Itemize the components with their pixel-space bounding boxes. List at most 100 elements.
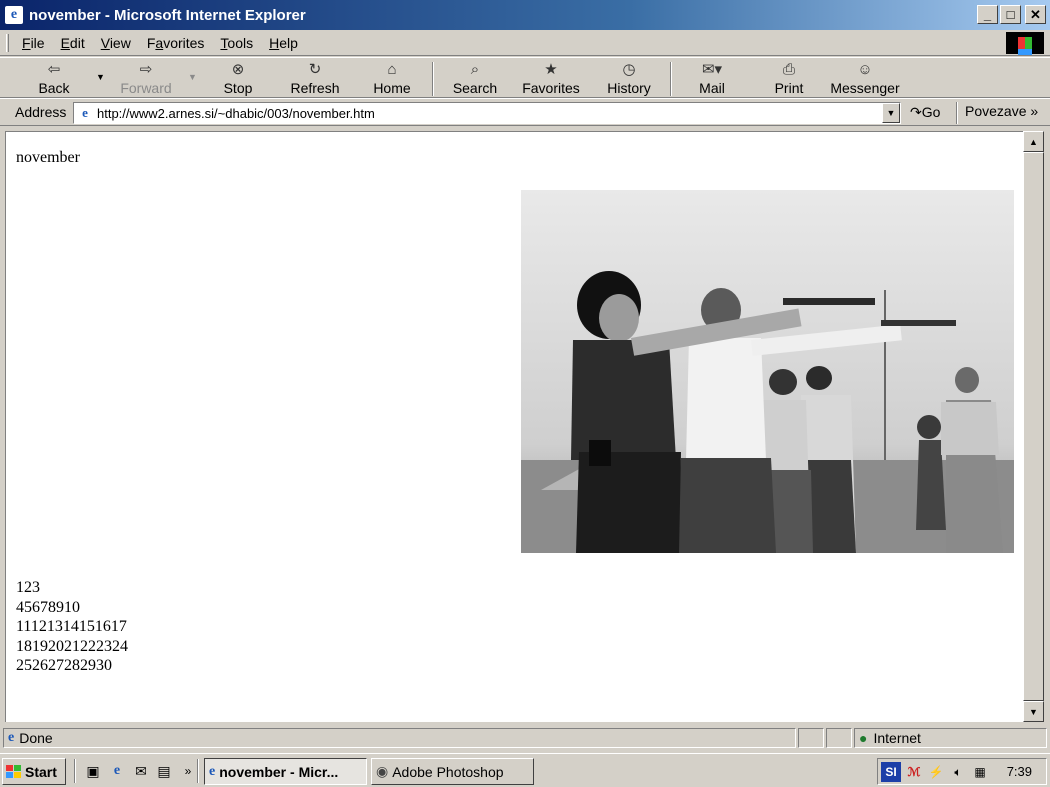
system-tray: SI ℳ ⚡ 🔈︎ ▦ 7:39 bbox=[877, 758, 1047, 785]
menu-favorites-rest: vorites bbox=[163, 34, 205, 51]
forward-dropdown-icon[interactable]: ▼ bbox=[188, 72, 197, 82]
links-separator bbox=[956, 102, 958, 124]
toolbar-separator bbox=[432, 62, 434, 96]
address-dropdown-icon[interactable]: ▼ bbox=[882, 103, 900, 123]
quick-launch-separator bbox=[197, 759, 199, 783]
page-icon: e bbox=[82, 105, 88, 120]
task-label: november - Micr... bbox=[219, 763, 339, 780]
status-text-pane: e Done bbox=[3, 728, 796, 748]
stop-label: Stop bbox=[223, 80, 253, 96]
back-label: Back bbox=[38, 80, 70, 96]
go-button[interactable]: ↷Go bbox=[910, 104, 940, 121]
links-button[interactable]: Povezave » bbox=[965, 103, 1038, 119]
mail-button[interactable]: ✉▾ Mail bbox=[692, 60, 732, 98]
menu-edit-accel: E bbox=[60, 34, 70, 51]
forward-button[interactable]: ⇨ Forward bbox=[118, 60, 174, 98]
menu-file-rest: ile bbox=[30, 34, 45, 51]
home-icon: ⌂ bbox=[387, 61, 397, 78]
task-ie-window[interactable]: e november - Micr... bbox=[204, 758, 367, 785]
favorites-button[interactable]: ★ Favorites bbox=[520, 60, 582, 98]
history-button[interactable]: ◷ History bbox=[603, 60, 655, 98]
status-pane-empty bbox=[798, 728, 824, 748]
menu-edit-rest: dit bbox=[69, 34, 85, 51]
stop-button[interactable]: ⊗ Stop bbox=[218, 60, 258, 98]
menu-favorites[interactable]: Favorites bbox=[139, 35, 213, 51]
volume-icon[interactable]: 🔈︎ bbox=[948, 762, 968, 782]
go-label: Go bbox=[921, 104, 941, 120]
address-input[interactable]: e http://www2.arnes.si/~dhabic/003/novem… bbox=[73, 102, 901, 124]
menu-tools[interactable]: Tools bbox=[212, 35, 261, 51]
ie-launch-icon[interactable]: e bbox=[108, 762, 126, 780]
maximize-button[interactable]: □ bbox=[1000, 5, 1021, 24]
menu-tools-rest: ools bbox=[227, 34, 254, 51]
refresh-button[interactable]: ↻ Refresh bbox=[288, 60, 342, 98]
standard-toolbar: ⇦ Back ▼ ⇨ Forward ▼ ⊗ Stop ↻ Refresh ⌂ … bbox=[0, 57, 1050, 98]
home-label: Home bbox=[373, 80, 411, 96]
page-heading: november bbox=[16, 149, 80, 166]
menu-help-accel: H bbox=[269, 34, 280, 51]
photoshop-icon: ◉ bbox=[376, 763, 389, 779]
acrobat-icon[interactable]: ℳ bbox=[904, 762, 924, 782]
back-button[interactable]: ⇦ Back bbox=[34, 60, 74, 98]
print-icon: ⎙ bbox=[782, 61, 795, 78]
globe-icon: ● bbox=[859, 730, 868, 746]
clock[interactable]: 7:39 bbox=[1007, 764, 1032, 779]
start-button[interactable]: Start bbox=[2, 758, 66, 785]
scroll-down-button[interactable]: ▼ bbox=[1023, 701, 1044, 722]
wand-icon[interactable]: ⚡ bbox=[926, 762, 946, 782]
chevron-more-icon[interactable]: » bbox=[179, 762, 197, 780]
number-line: 252627282930 bbox=[16, 657, 112, 674]
search-button[interactable]: ⌕ Search bbox=[450, 60, 500, 98]
menu-bar: File Edit View Favorites Tools Help bbox=[0, 30, 1050, 56]
number-line: 11121314151617 bbox=[16, 618, 127, 635]
taskbar: Start ▣ e ✉ ▤ » e november - Micr... ◉ A… bbox=[0, 753, 1050, 787]
address-url[interactable]: http://www2.arnes.si/~dhabic/003/novembe… bbox=[97, 106, 375, 121]
menu-view[interactable]: View bbox=[93, 35, 139, 51]
language-indicator[interactable]: SI bbox=[881, 762, 901, 782]
status-text: Done bbox=[19, 730, 53, 746]
scroll-thumb[interactable] bbox=[1023, 152, 1044, 701]
menu-help[interactable]: Help bbox=[261, 35, 306, 51]
menu-grip bbox=[6, 34, 9, 52]
scroll-up-button[interactable]: ▲ bbox=[1023, 131, 1044, 152]
mail-label: Mail bbox=[699, 80, 725, 96]
back-arrow-icon: ⇦ bbox=[47, 61, 61, 78]
photo-shooting-practice bbox=[521, 190, 1014, 553]
refresh-label: Refresh bbox=[290, 80, 340, 96]
menu-view-accel: V bbox=[100, 34, 110, 51]
windows-logo-icon bbox=[1006, 32, 1044, 54]
messenger-icon: ☺ bbox=[857, 61, 873, 78]
vertical-scrollbar[interactable]: ▲ ▼ bbox=[1023, 131, 1044, 722]
refresh-icon: ↻ bbox=[308, 61, 322, 78]
print-button[interactable]: ⎙ Print bbox=[770, 60, 808, 98]
network-icon[interactable]: ▦ bbox=[970, 762, 990, 782]
back-dropdown-icon[interactable]: ▼ bbox=[96, 72, 105, 82]
menu-edit[interactable]: Edit bbox=[53, 35, 93, 51]
menu-file[interactable]: File bbox=[14, 35, 53, 51]
number-lines: 123 45678910 11121314151617 181920212223… bbox=[16, 578, 128, 676]
links-label: Povezave bbox=[965, 103, 1027, 119]
show-desktop-icon[interactable]: ▣ bbox=[84, 762, 102, 780]
edit-icon[interactable]: ▤ bbox=[155, 762, 173, 780]
window-title: november - Microsoft Internet Explorer bbox=[29, 6, 306, 24]
task-photoshop[interactable]: ◉ Adobe Photoshop bbox=[371, 758, 534, 785]
favorites-label: Favorites bbox=[522, 80, 580, 96]
minimize-button[interactable]: _ bbox=[977, 5, 998, 24]
forward-label: Forward bbox=[120, 80, 172, 96]
status-bar: e Done ● Internet bbox=[0, 726, 1050, 750]
windows-flag-icon bbox=[6, 764, 22, 779]
window-controls: _ □ ✕ bbox=[977, 5, 1046, 24]
start-label: Start bbox=[25, 763, 57, 780]
home-button[interactable]: ⌂ Home bbox=[370, 60, 414, 98]
messenger-button[interactable]: ☺ Messenger bbox=[828, 60, 902, 98]
stop-icon: ⊗ bbox=[231, 61, 245, 78]
close-button[interactable]: ✕ bbox=[1025, 5, 1046, 24]
go-arrow-icon: ↷ bbox=[910, 104, 922, 120]
outlook-icon[interactable]: ✉ bbox=[132, 762, 150, 780]
number-line: 45678910 bbox=[16, 598, 80, 616]
status-pane-empty bbox=[826, 728, 852, 748]
ie-icon: e bbox=[209, 763, 216, 779]
search-label: Search bbox=[452, 80, 498, 96]
page-content: november 123 45678910 11121314151617 181… bbox=[5, 131, 1023, 722]
history-label: History bbox=[607, 80, 651, 96]
